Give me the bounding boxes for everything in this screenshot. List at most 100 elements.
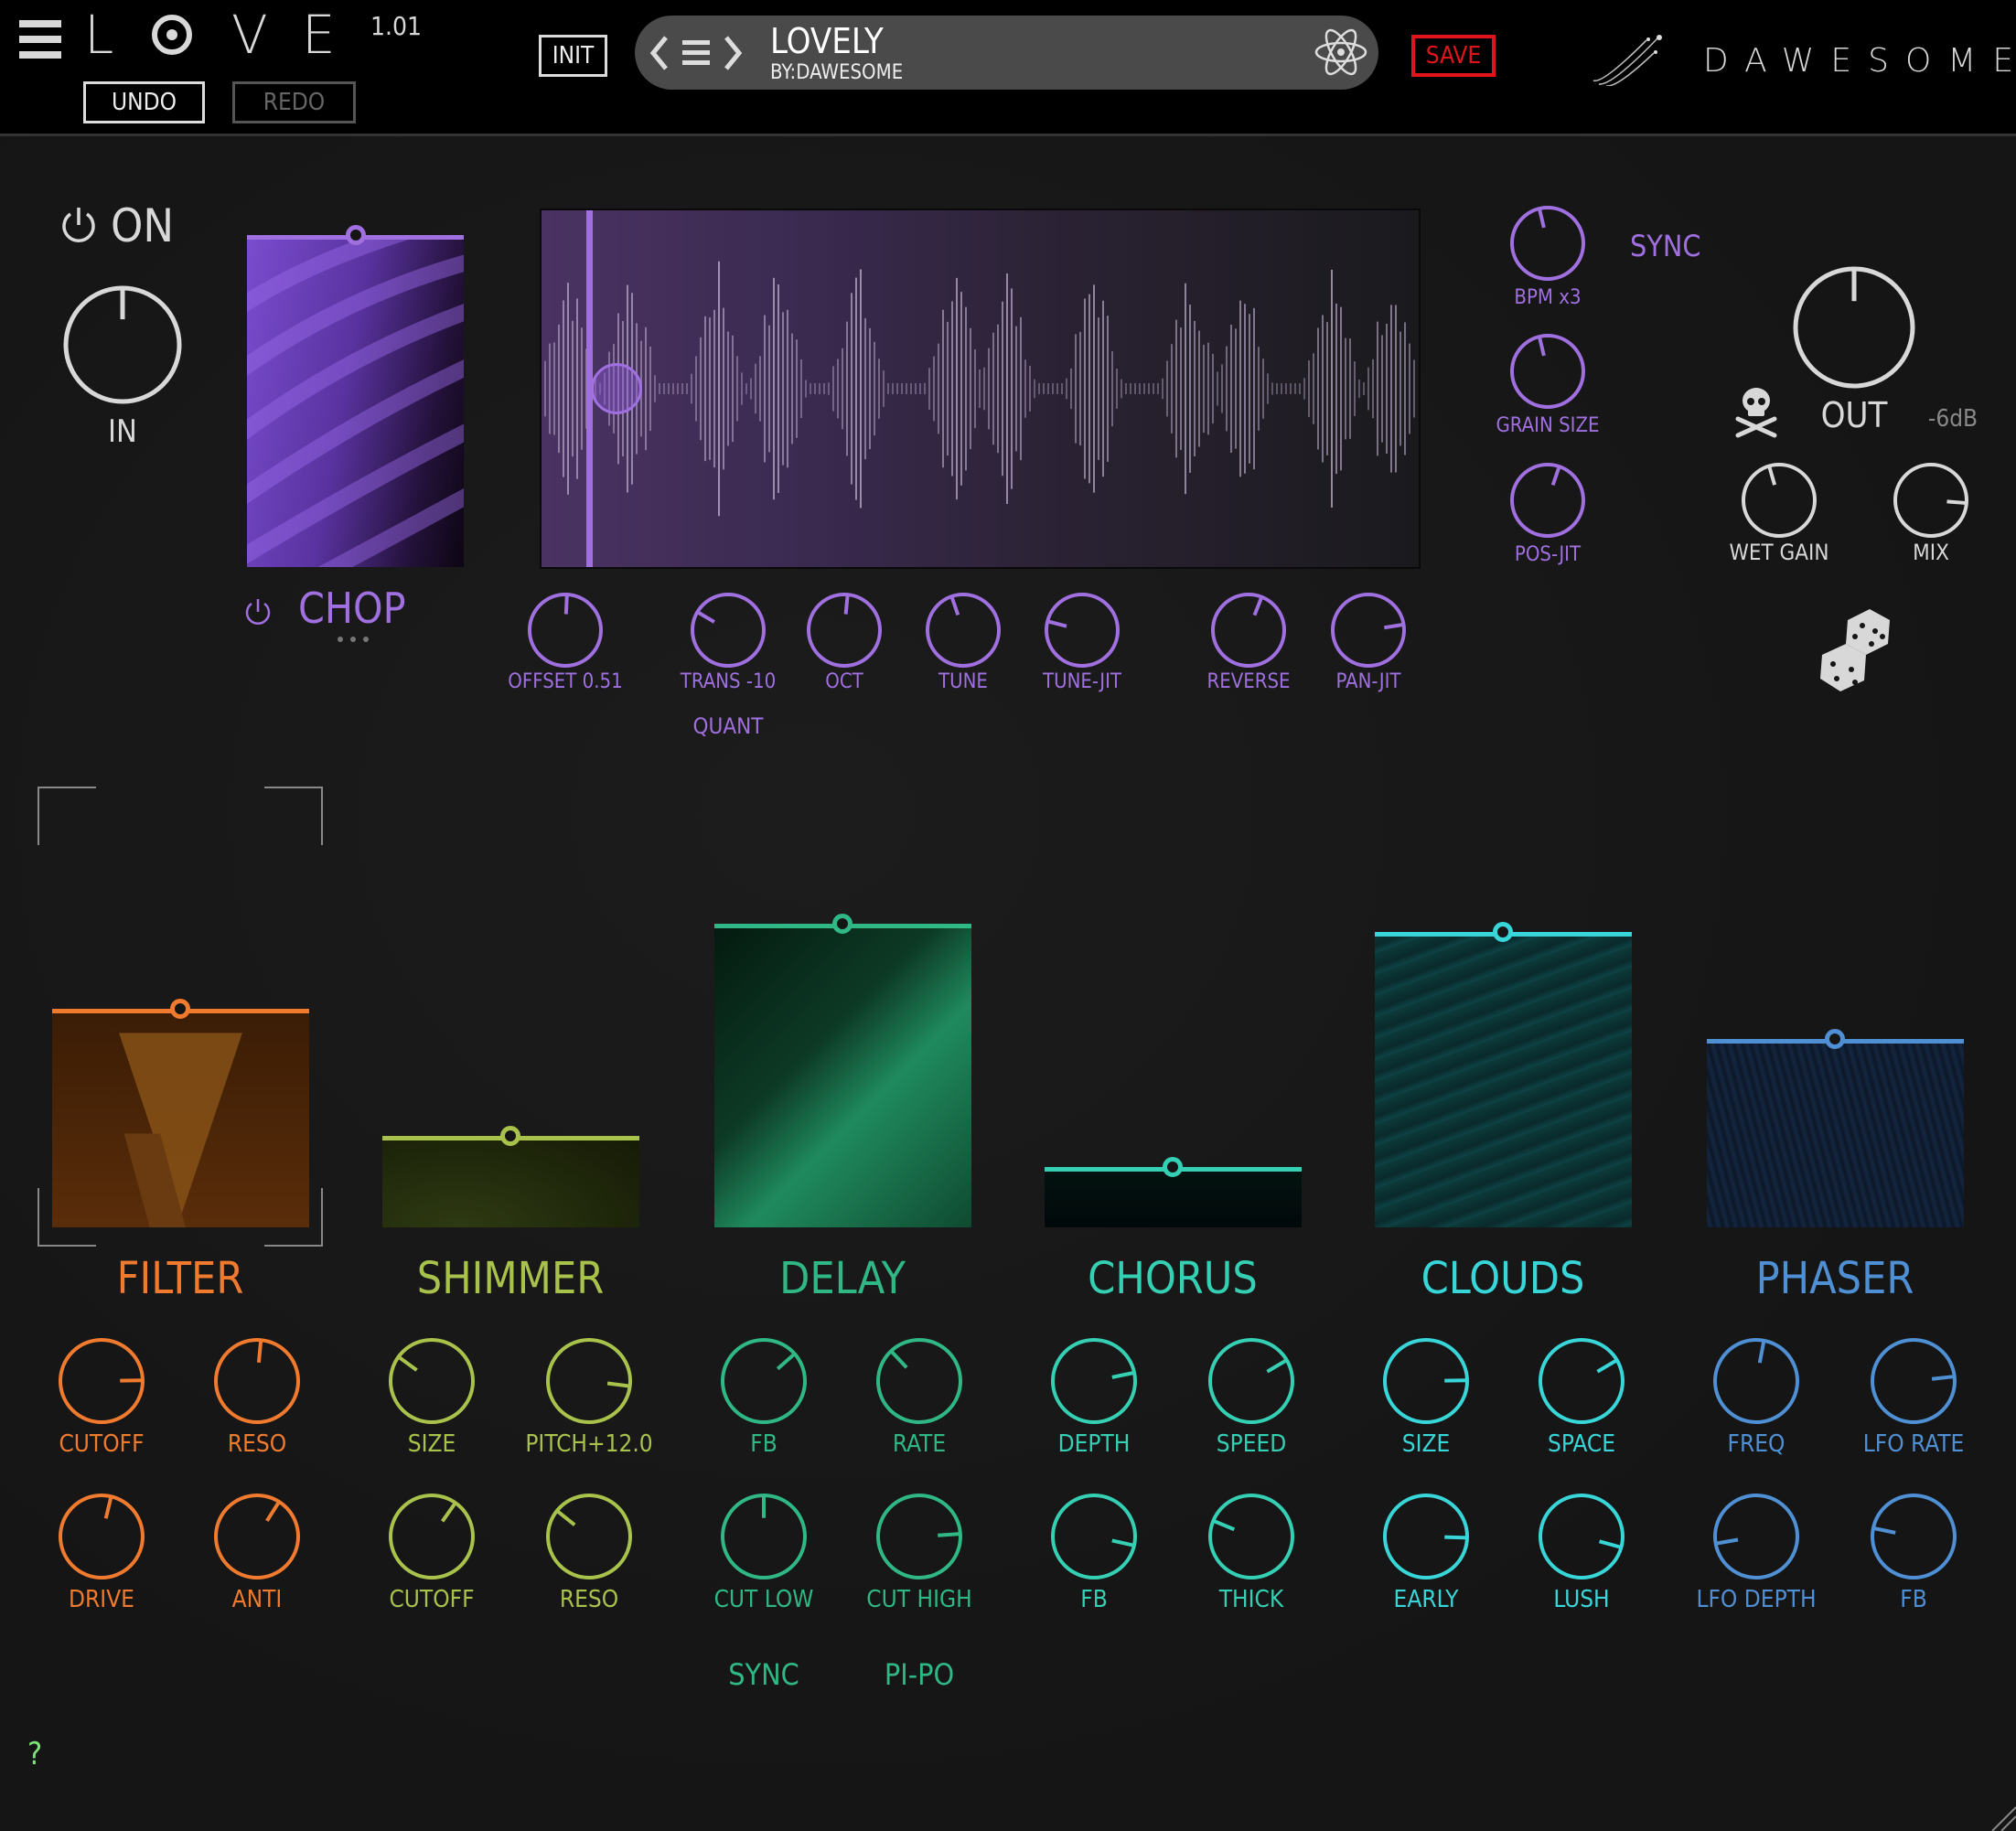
selection-bracket <box>38 787 96 845</box>
grain-position-handle[interactable] <box>590 363 642 414</box>
side-knob-pos-jit[interactable] <box>1508 461 1587 543</box>
sync-button[interactable]: SYNC <box>1630 229 1701 263</box>
filter-cutoff-knob[interactable] <box>57 1336 146 1429</box>
atom-icon[interactable] <box>1314 25 1368 80</box>
grain-knob-pan-jit[interactable] <box>1329 591 1408 673</box>
shimmer-size-knob[interactable] <box>387 1336 477 1429</box>
delay-fb-knob[interactable] <box>719 1336 809 1429</box>
grain-knob-trans[interactable] <box>689 591 767 673</box>
shimmer-title[interactable]: SHIMMER <box>417 1253 604 1304</box>
hamburger-menu-icon[interactable] <box>19 20 61 59</box>
phaser-title[interactable]: PHASER <box>1756 1253 1914 1304</box>
knob-pointer <box>843 594 850 615</box>
knob-pointer <box>1946 499 1968 506</box>
save-button[interactable]: SAVE <box>1411 35 1496 77</box>
clouds-title[interactable]: CLOUDS <box>1421 1253 1585 1304</box>
filter-title[interactable]: FILTER <box>117 1253 244 1304</box>
waveform-display[interactable] <box>540 209 1421 569</box>
knob-pointer <box>103 1495 113 1519</box>
phaser-amount-image[interactable] <box>1706 1038 1964 1227</box>
filter-reso-knob[interactable] <box>212 1336 302 1429</box>
mix-knob[interactable] <box>1892 461 1970 543</box>
init-button[interactable]: INIT <box>539 35 607 77</box>
chevron-right-icon[interactable] <box>724 36 743 70</box>
delay-title[interactable]: DELAY <box>779 1253 906 1304</box>
filter-amount-image[interactable] <box>51 1008 309 1227</box>
chorus-title[interactable]: CHORUS <box>1088 1253 1258 1304</box>
clouds-knob-label: LUSH <box>1553 1586 1610 1613</box>
knob-pointer <box>256 1340 263 1364</box>
delay-cut-high-knob[interactable] <box>874 1492 964 1585</box>
delay-cut-low-knob[interactable] <box>719 1492 809 1585</box>
knob-pointer <box>776 1352 797 1371</box>
chop-power-icon[interactable] <box>243 596 273 627</box>
delay-amount-image[interactable] <box>713 923 971 1227</box>
shimmer-knob-label: PITCH+12.0 <box>525 1430 653 1458</box>
delay-pingpong-button[interactable]: PI-PO <box>885 1657 954 1692</box>
wet-gain-label: WET GAIN <box>1729 540 1829 565</box>
grain-knob-label: REVERSE <box>1206 670 1291 693</box>
selection-bracket <box>264 787 323 845</box>
shimmer-amount-image[interactable] <box>381 1136 639 1227</box>
help-button[interactable]: ? <box>27 1736 42 1772</box>
chorus-speed-knob[interactable] <box>1206 1336 1296 1429</box>
grain-knob-tune-jit[interactable] <box>1043 591 1121 673</box>
filter-knob-label: DRIVE <box>69 1586 134 1613</box>
preset-author: BY:DAWESOME <box>770 61 904 84</box>
chop-slider-handle[interactable] <box>345 225 366 245</box>
output-gain-knob[interactable] <box>1791 264 1917 394</box>
grain-knob-reverse[interactable] <box>1209 591 1288 673</box>
side-knob-bpm-x3[interactable] <box>1508 204 1587 286</box>
quant-button[interactable]: QUANT <box>693 713 764 739</box>
phaser-freq-knob[interactable] <box>1711 1336 1801 1429</box>
phaser-fb-knob[interactable] <box>1869 1492 1958 1585</box>
grain-knob-oct[interactable] <box>805 591 884 673</box>
knob-pointer <box>1266 1358 1288 1374</box>
clouds-space-knob[interactable] <box>1537 1336 1626 1429</box>
app-logo-letter: V <box>231 4 268 66</box>
shimmer-pitch-12-0-knob[interactable] <box>544 1336 634 1429</box>
delay-rate-knob[interactable] <box>874 1336 964 1429</box>
clouds-early-knob[interactable] <box>1381 1492 1471 1585</box>
filter-drive-knob[interactable] <box>57 1492 146 1585</box>
delay-sync-button[interactable]: SYNC <box>728 1657 799 1692</box>
phaser-lfo-rate-knob[interactable] <box>1869 1336 1958 1429</box>
redo-button[interactable]: REDO <box>232 81 356 123</box>
clouds-size-knob[interactable] <box>1381 1336 1471 1429</box>
filter-amount-handle[interactable] <box>170 998 190 1019</box>
chop-label[interactable]: CHOP <box>298 584 406 633</box>
grain-knob-label: TUNE <box>938 670 988 693</box>
resize-handle[interactable] <box>1985 1800 2016 1831</box>
knob-pointer <box>1596 1358 1618 1374</box>
power-icon[interactable] <box>59 205 99 245</box>
chorus-knob-label: DEPTH <box>1057 1430 1131 1458</box>
side-knob-grain-size[interactable] <box>1508 332 1587 414</box>
delay-amount-handle[interactable] <box>832 913 853 934</box>
preset-name[interactable]: LOVELY <box>770 21 884 61</box>
grain-knob-tune[interactable] <box>924 591 1003 673</box>
shimmer-cutoff-knob[interactable] <box>387 1492 477 1585</box>
chorus-depth-knob[interactable] <box>1049 1336 1139 1429</box>
chorus-fb-knob[interactable] <box>1049 1492 1139 1585</box>
chop-options-dots[interactable] <box>338 637 369 642</box>
chorus-thick-knob[interactable] <box>1206 1492 1296 1585</box>
chorus-amount-handle[interactable] <box>1163 1156 1183 1177</box>
filter-anti-knob[interactable] <box>212 1492 302 1585</box>
wet-gain-knob[interactable] <box>1740 461 1818 543</box>
side-knob-label: BPM x3 <box>1514 286 1582 309</box>
shimmer-reso-knob[interactable] <box>544 1492 634 1585</box>
clouds-lush-knob[interactable] <box>1537 1492 1626 1585</box>
input-gain-knob[interactable] <box>61 284 184 410</box>
phaser-amount-handle[interactable] <box>1825 1028 1845 1049</box>
phaser-lfo-depth-knob[interactable] <box>1711 1492 1801 1585</box>
clouds-amount-image[interactable] <box>1374 932 1632 1227</box>
clouds-knob-label: EARLY <box>1393 1586 1459 1613</box>
grain-knob-offset[interactable] <box>526 591 605 673</box>
chevron-left-icon[interactable] <box>649 36 668 70</box>
dice-icon[interactable] <box>1818 605 1892 691</box>
undo-button[interactable]: UNDO <box>83 81 205 123</box>
skull-icon[interactable] <box>1732 384 1780 439</box>
preset-list-icon[interactable] <box>682 40 710 65</box>
input-knob-label: IN <box>108 413 137 450</box>
side-knob-label: POS-JIT <box>1514 543 1582 566</box>
